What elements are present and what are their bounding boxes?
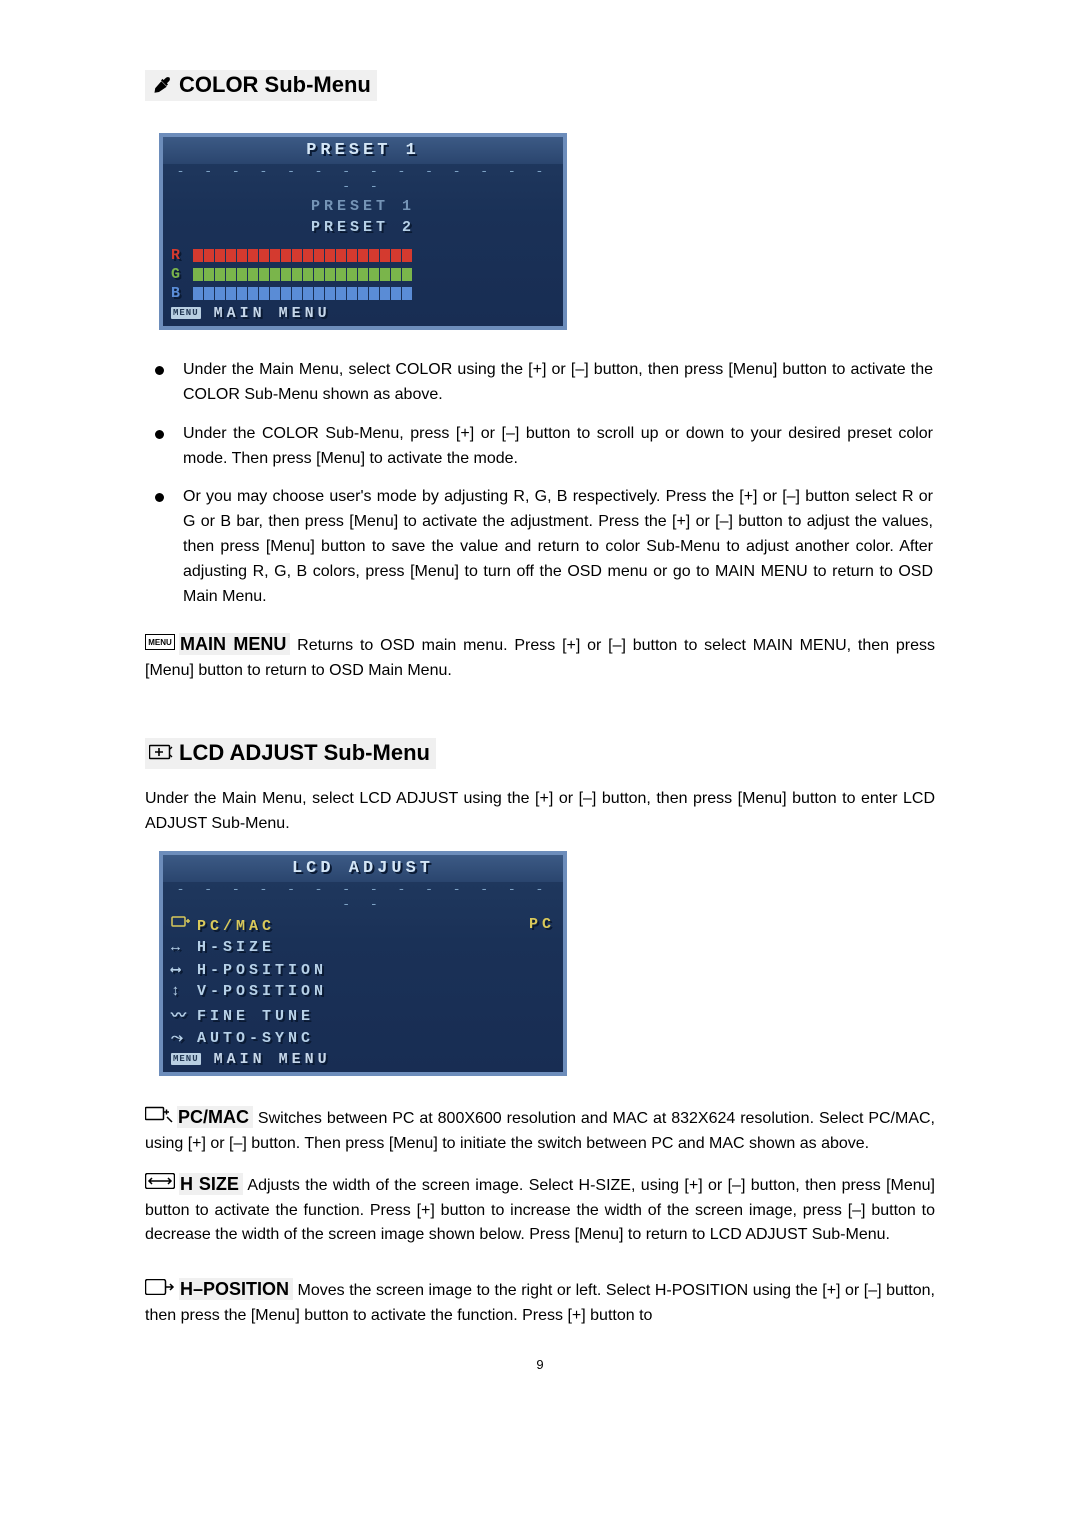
rgb-g-row: G — [163, 265, 563, 284]
page-number: 9 — [145, 1357, 935, 1372]
hsize-icon — [145, 1173, 175, 1198]
pipette-icon — [149, 73, 173, 99]
color-bullet-list: Under the Main Menu, select COLOR using … — [145, 358, 935, 609]
heading-lcd-adjust: LCD ADJUST Sub-Menu — [145, 738, 436, 769]
bullet-2: Under the COLOR Sub-Menu, press [+] or [… — [147, 422, 933, 472]
osd2-pcmac-value: PC — [529, 916, 555, 933]
osd2-hsize: ↔H-SIZE — [163, 937, 563, 958]
pcmac-text: Switches between PC at 800X600 resolutio… — [145, 1110, 935, 1152]
osd2-fine: 〰FINE TUNE — [163, 1002, 563, 1027]
heading-text: COLOR Sub-Menu — [179, 72, 371, 97]
bullet-1: Under the Main Menu, select COLOR using … — [147, 358, 933, 408]
hpos-label: H–POSITION — [179, 1278, 293, 1300]
osd2-pcmac: PC/MACPC — [163, 914, 563, 937]
b-bar — [193, 287, 465, 300]
g-label: G — [171, 266, 187, 283]
osd-dashes: - - - - - - - - - - - - - - - - — [163, 164, 563, 196]
b-label: B — [171, 285, 187, 302]
hsize-label: H SIZE — [179, 1173, 243, 1195]
hpos-paragraph: H–POSITION Moves the screen image to the… — [145, 1276, 935, 1329]
hsize-paragraph: H SIZE Adjusts the width of the screen i… — [145, 1171, 935, 1248]
osd1-preset2: PRESET 2 — [163, 217, 563, 238]
lcd-intro: Under the Main Menu, select LCD ADJUST u… — [145, 787, 935, 837]
auto-sync-icon: ⤳ — [171, 1029, 197, 1047]
osd-dashes: - - - - - - - - - - - - - - - - — [163, 882, 563, 914]
pcmac-icon — [171, 916, 197, 935]
rgb-r-row: R — [163, 246, 563, 265]
osd2-main-menu-text: MAIN MENU — [214, 1051, 331, 1068]
osd-lcd-adjust: LCD ADJUST - - - - - - - - - - - - - - -… — [159, 851, 567, 1076]
rgb-b-row: B — [163, 284, 563, 303]
menu-badge-icon: MENU — [171, 307, 201, 319]
osd1-main-menu: MENU MAIN MENU — [163, 303, 563, 326]
hpos-icon — [145, 1279, 175, 1304]
menu-badge-icon: MENU — [171, 1053, 201, 1065]
main-menu-label: MAIN MENU — [179, 633, 290, 655]
osd2-main-menu: MENU MAIN MENU — [163, 1049, 563, 1072]
heading-text: LCD ADJUST Sub-Menu — [179, 740, 430, 765]
r-label: R — [171, 247, 187, 264]
fine-tune-icon: 〰 — [171, 1004, 197, 1025]
vpos-icon: ↕ — [171, 983, 197, 1000]
osd-color-menu: PRESET 1 - - - - - - - - - - - - - - - -… — [159, 133, 567, 330]
svg-text:MENU: MENU — [148, 638, 172, 647]
pcmac-label: PC/MAC — [177, 1106, 253, 1128]
osd1-title: PRESET 1 — [163, 137, 563, 164]
pcmac-icon — [145, 1105, 173, 1132]
g-bar — [193, 268, 465, 281]
osd1-preset1: PRESET 1 — [163, 196, 563, 217]
osd2-title: LCD ADJUST — [163, 855, 563, 882]
pcmac-paragraph: PC/MAC Switches between PC at 800X600 re… — [145, 1104, 935, 1157]
hsize-icon: ↔ — [171, 939, 197, 956]
bullet-3: Or you may choose user's mode by adjusti… — [147, 485, 933, 609]
osd2-auto: ⤳AUTO-SYNC — [163, 1027, 563, 1049]
screen-plus-icon — [149, 741, 173, 767]
osd2-hpos: ⟷H-POSITION — [163, 958, 563, 981]
heading-color-submenu: COLOR Sub-Menu — [145, 70, 377, 101]
menu-badge-icon: MENU — [145, 634, 175, 659]
hpos-icon: ⟷ — [171, 960, 197, 979]
hsize-text: Adjusts the width of the screen image. S… — [145, 1177, 935, 1244]
r-bar — [193, 249, 465, 262]
main-menu-paragraph: MENU MAIN MENU Returns to OSD main menu.… — [145, 631, 935, 684]
osd1-main-menu-text: MAIN MENU — [214, 305, 331, 322]
osd2-vpos: ↕V-POSITION — [163, 981, 563, 1002]
